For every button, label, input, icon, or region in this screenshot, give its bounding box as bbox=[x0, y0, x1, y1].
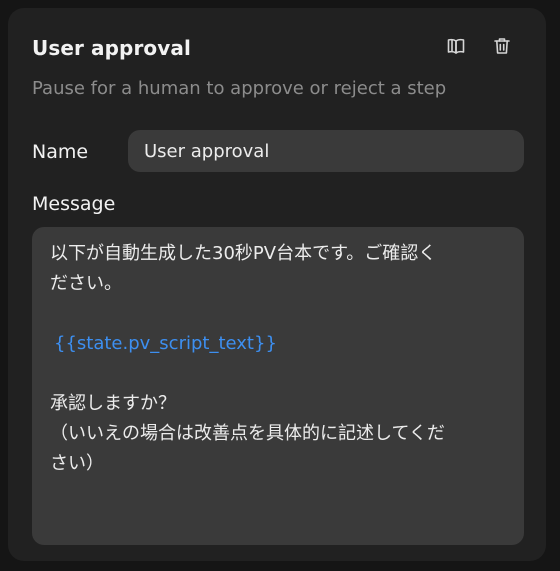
header-actions bbox=[442, 32, 516, 60]
panel-title: User approval bbox=[32, 36, 191, 60]
message-textarea[interactable]: 以下が自動生成した30秒PV台本です。ご確認く ださい。 {{state.pv_… bbox=[32, 227, 524, 545]
book-icon[interactable] bbox=[442, 32, 470, 60]
message-line bbox=[50, 299, 506, 329]
user-approval-panel: User approval Pause for a human to appro… bbox=[8, 8, 546, 561]
message-line: 承認しますか？ bbox=[50, 393, 176, 414]
message-line: 以下が自動生成した30秒PV台本です。ご確認く bbox=[50, 243, 437, 264]
message-line: ださい。 bbox=[50, 273, 122, 294]
panel-subtitle: Pause for a human to approve or reject a… bbox=[32, 78, 447, 99]
name-input[interactable] bbox=[128, 130, 524, 172]
message-line bbox=[50, 359, 506, 389]
message-line: さい） bbox=[50, 453, 104, 474]
message-line: （いいえの場合は改善点を具体的に記述してくだ bbox=[50, 423, 445, 444]
message-variable: {{state.pv_script_text}} bbox=[54, 333, 277, 354]
name-label: Name bbox=[32, 141, 89, 163]
trash-icon[interactable] bbox=[488, 32, 516, 60]
message-label: Message bbox=[32, 193, 116, 215]
